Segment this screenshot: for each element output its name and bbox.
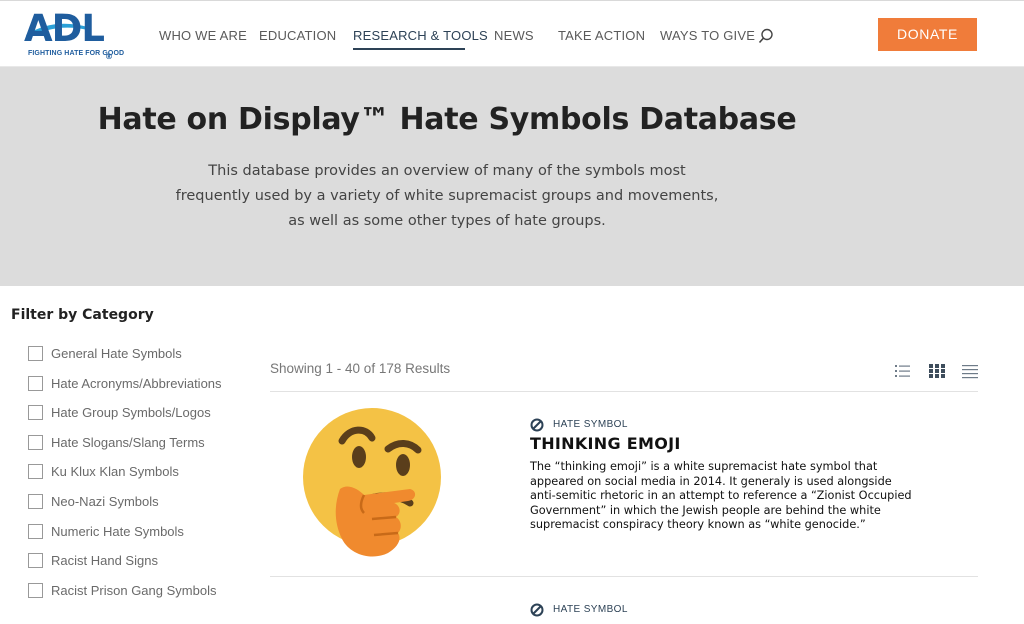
search-icon[interactable] xyxy=(758,28,774,44)
checkbox[interactable] xyxy=(28,494,43,509)
card-title[interactable]: THINKING EMOJI xyxy=(530,434,681,453)
filter-label: General Hate Symbols xyxy=(51,346,182,361)
results-divider xyxy=(270,391,978,392)
compact-view-icon[interactable] xyxy=(961,363,979,379)
filter-label: Ku Klux Klan Symbols xyxy=(51,464,179,480)
results-count: Showing 1 - 40 of 178 Results xyxy=(270,361,451,376)
card-description-line: supremacist conspiracy theory known as “… xyxy=(530,518,866,531)
card-description-line: appeared on social media in 2014. It gen… xyxy=(530,474,892,488)
checkbox[interactable] xyxy=(28,405,43,421)
card-description-line: The “thinking emoji” is a white supremac… xyxy=(530,460,878,473)
adl-logo[interactable]: ADL® FIGHTING HATE FOR GOOD xyxy=(24,7,134,62)
thinking-face-emoji-icon[interactable] xyxy=(302,405,444,567)
filter-label: Hate Acronyms/Abbreviations xyxy=(51,375,222,391)
nav-research-tools[interactable]: RESEARCH & TOOLS xyxy=(353,28,488,43)
filter-label: Racist Hand Signs xyxy=(51,553,158,569)
filter-label: Hate Slogans/Slang Terms xyxy=(51,434,205,450)
list-view-icon[interactable] xyxy=(894,363,912,379)
checkbox[interactable] xyxy=(28,523,43,539)
grid-view-icon[interactable] xyxy=(928,363,946,379)
filter-label: Numeric Hate Symbols xyxy=(51,523,184,539)
nav-who-we-are[interactable]: WHO WE ARE xyxy=(159,28,247,43)
checkbox[interactable] xyxy=(28,464,43,480)
prohibited-icon xyxy=(530,418,544,432)
card-description-line: anti-semitic rhetoric in an attempt to r… xyxy=(530,489,912,502)
donate-button[interactable]: DONATE xyxy=(878,18,977,51)
filter-label: Hate Group Symbols/Logos xyxy=(51,405,211,421)
badge-label: HATE SYMBOL xyxy=(553,604,628,615)
prohibited-icon xyxy=(530,603,544,617)
nav-take-action[interactable]: TAKE ACTION xyxy=(558,28,645,43)
logo-tagline: FIGHTING HATE FOR GOOD xyxy=(28,50,125,57)
filter-title: Filter by Category xyxy=(11,307,154,323)
badge-label: HATE SYMBOL xyxy=(553,419,628,430)
nav-news[interactable]: NEWS xyxy=(494,28,534,43)
card-description: The “thinking emoji” is a white supremac… xyxy=(530,460,930,533)
page-title: Hate on Display™ Hate Symbols Database xyxy=(97,102,797,137)
nav-ways-to-give[interactable]: WAYS TO GIVE xyxy=(660,28,755,43)
checkbox[interactable] xyxy=(28,582,43,598)
filter-label: Neo-Nazi Symbols xyxy=(51,494,159,509)
card-description-line: Government” in which the Jewish people a… xyxy=(530,503,881,517)
nav-education[interactable]: EDUCATION xyxy=(259,28,336,43)
logo-wordmark: ADL® xyxy=(24,7,113,62)
nav-active-underline xyxy=(353,48,465,50)
hero-banner: Hate on Display™ Hate Symbols Database T… xyxy=(0,67,1024,286)
checkbox[interactable] xyxy=(28,375,43,391)
filter-label: Racist Prison Gang Symbols xyxy=(51,582,217,598)
page-description: This database provides an overview of ma… xyxy=(175,163,719,229)
card-divider xyxy=(270,576,978,577)
checkbox[interactable] xyxy=(28,553,43,569)
site-header: ADL® FIGHTING HATE FOR GOOD WHO WE ARE E… xyxy=(0,0,1024,67)
checkbox[interactable] xyxy=(28,434,43,450)
checkbox[interactable] xyxy=(28,346,43,361)
